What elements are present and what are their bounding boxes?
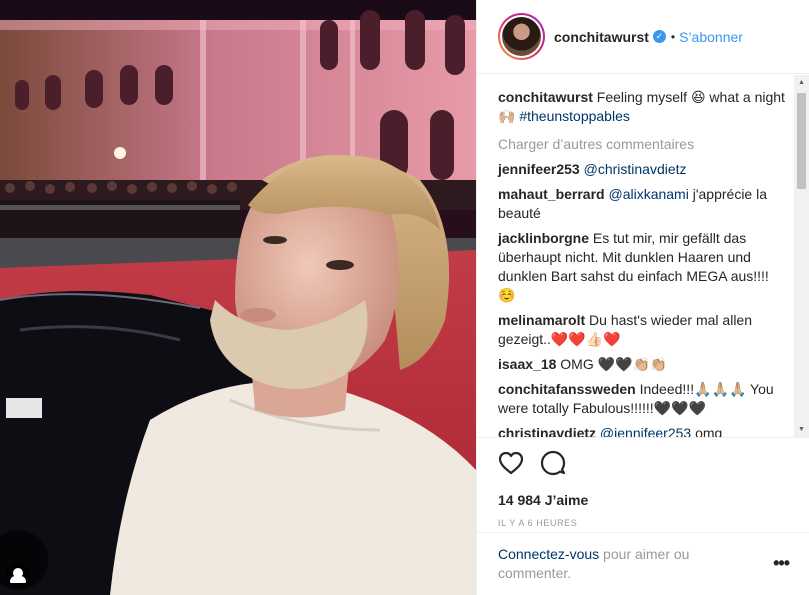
comment-username[interactable]: melinamarolt [498,312,585,328]
likes-count[interactable]: 14 984 J’aime [498,492,789,508]
scroll-up-arrow-icon[interactable]: ▲ [794,75,809,90]
avatar-image [502,17,541,56]
comment-username[interactable]: christinavdietz [498,425,596,437]
comment-username[interactable]: conchitafanssweden [498,381,636,397]
comments-scrollbar[interactable]: ▲ ▼ [794,75,809,437]
comment-mention[interactable]: @alixkanami [608,186,688,202]
scrollbar-thumb[interactable] [797,93,806,189]
list-item: mahaut_berrard @alixkanami j'apprécie la… [498,185,787,223]
caption-hashtag[interactable]: #theunstoppables [519,108,630,124]
avatar-ring [500,15,543,58]
comment-username[interactable]: mahaut_berrard [498,186,605,202]
post-header: conchitawurst ✓ • S’abonner [477,0,809,74]
list-item: jacklinborgne Es tut mir, mir gefällt da… [498,229,787,305]
user-tag-icon[interactable] [6,563,30,587]
post-timestamp[interactable]: IL Y A 6 HEURES [498,518,789,528]
instagram-post: conchitawurst ✓ • S’abonner conchitawurs… [0,0,809,595]
caption-username[interactable]: conchitawurst [498,89,593,105]
comment-text: OMG 🖤🖤👏🏼👏🏼 [556,356,668,372]
header-username[interactable]: conchitawurst [554,29,649,45]
more-options-icon[interactable]: ••• [773,554,790,572]
login-link[interactable]: Connectez-vous [498,546,599,562]
follow-button[interactable]: S’abonner [679,29,743,45]
comments-list[interactable]: conchitawurst Feeling myself 😆 what a ni… [477,75,797,437]
comment-username[interactable]: jennifeer253 [498,161,580,177]
comment-username[interactable]: isaax_18 [498,356,556,372]
caption: conchitawurst Feeling myself 😆 what a ni… [498,88,787,126]
list-item: conchitafanssweden Indeed!!!🙏🏼🙏🏼🙏🏼 You w… [498,380,787,418]
comment-mention[interactable]: @christinavdietz [584,161,687,177]
heart-icon[interactable] [498,451,524,475]
selfie-image [0,0,476,595]
list-item: christinavdietz @jennifeer253 omg [498,424,787,437]
comment-username[interactable]: jacklinborgne [498,230,589,246]
action-icons [498,450,789,476]
list-item: isaax_18 OMG 🖤🖤👏🏼👏🏼 [498,355,787,374]
post-actions: 14 984 J’aime IL Y A 6 HEURES [477,437,809,528]
login-text: Connectez-vous pour aimer ou commenter. [498,545,718,583]
comment-text: omg [691,425,723,437]
login-prompt: Connectez-vous pour aimer ou commenter. … [477,532,809,583]
dot-separator: • [670,29,676,44]
list-item: jennifeer253 @christinavdietz [498,160,787,179]
avatar[interactable] [498,13,545,60]
comment-mention[interactable]: @jennifeer253 [600,425,691,437]
list-item: melinamarolt Du hast's wieder mal allen … [498,311,787,349]
verified-check-icon: ✓ [652,30,666,43]
post-photo[interactable] [0,0,476,595]
scroll-down-arrow-icon[interactable]: ▼ [794,422,809,437]
load-more-comments-button[interactable]: Charger d’autres commentaires [498,136,787,152]
comment-icon[interactable] [540,450,566,476]
post-side-panel: conchitawurst ✓ • S’abonner conchitawurs… [476,0,809,595]
